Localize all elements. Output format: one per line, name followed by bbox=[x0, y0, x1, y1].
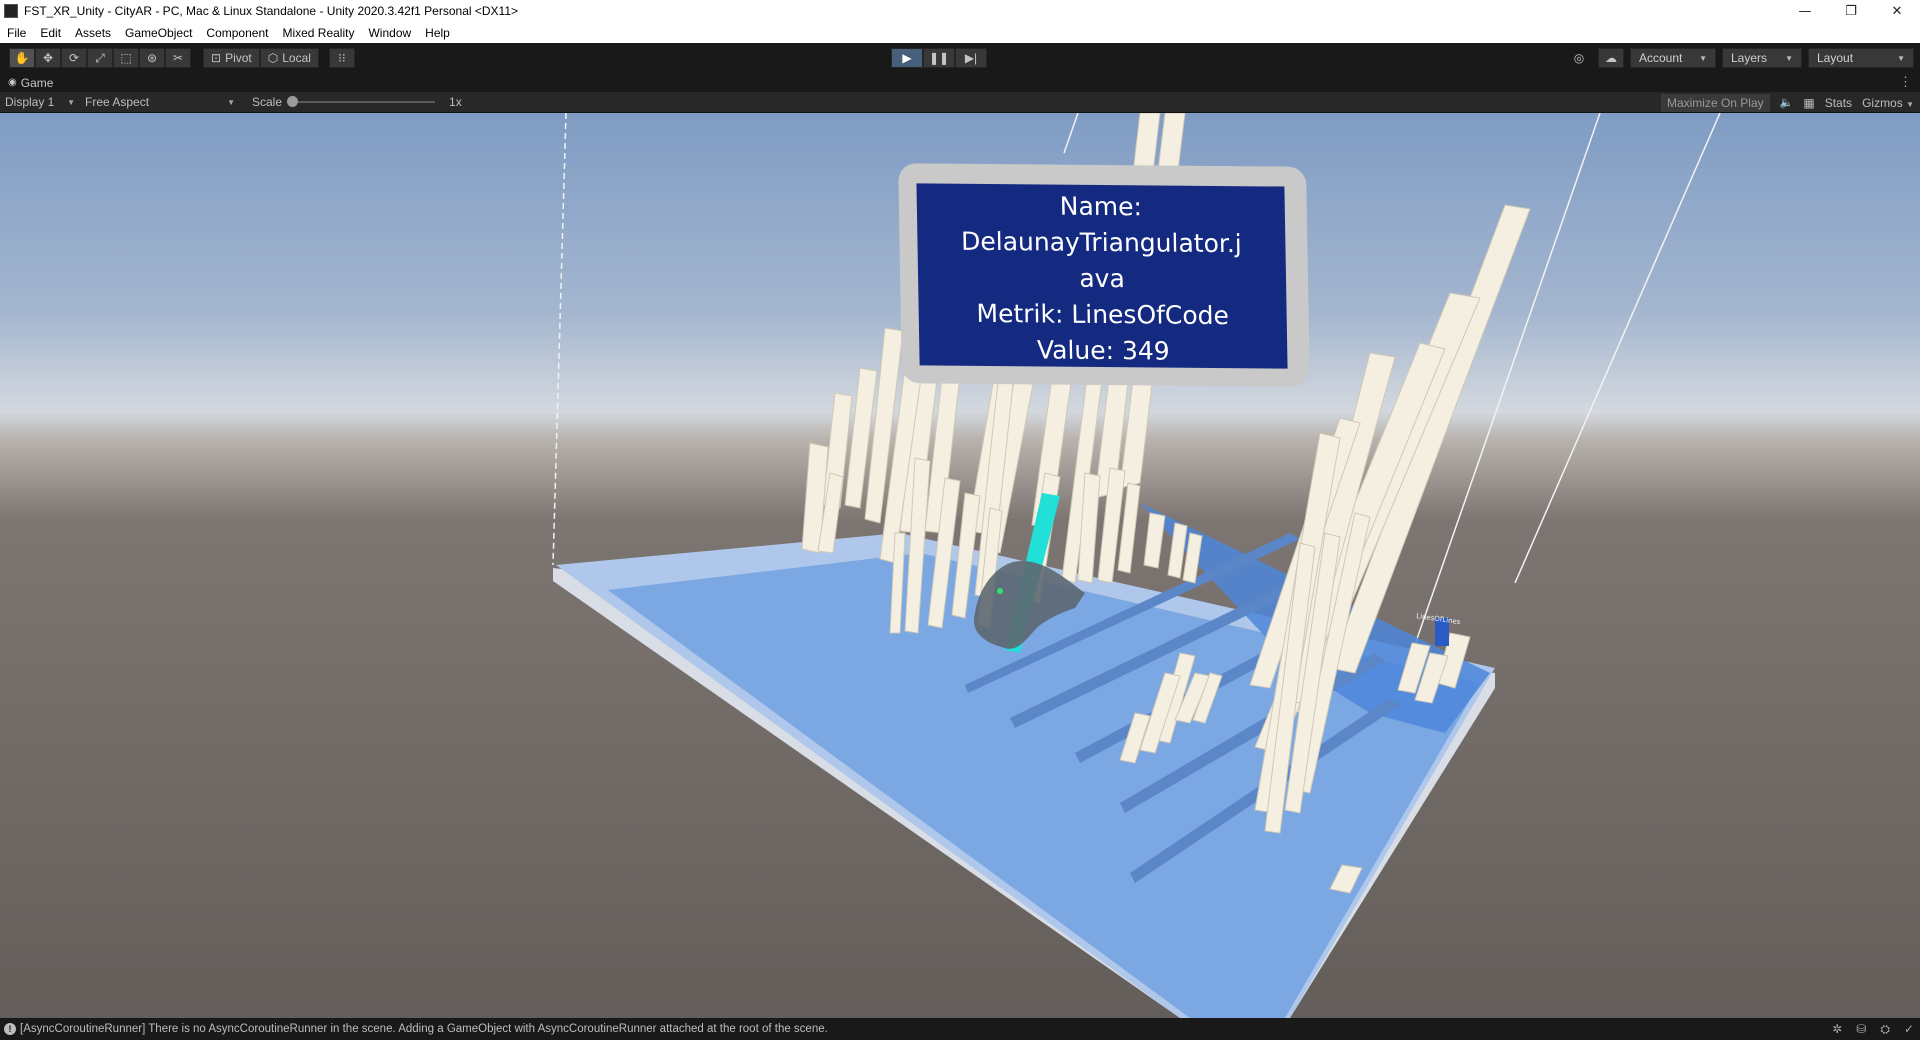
menu-help[interactable]: Help bbox=[418, 26, 457, 40]
layout-label: Layout bbox=[1817, 51, 1854, 65]
aspect-dropdown[interactable]: Free Aspect ▼ bbox=[80, 92, 240, 113]
scale-icon: ⤢ bbox=[95, 50, 105, 65]
tooltip-value: Value: 349 bbox=[1036, 335, 1170, 366]
more-options-icon[interactable]: ⋮ bbox=[1899, 74, 1912, 90]
play-icon: ▶ bbox=[902, 51, 912, 65]
info-icon: ! bbox=[4, 1023, 16, 1035]
pivot-icon: ⊡ bbox=[211, 51, 222, 65]
step-button[interactable]: ▶| bbox=[955, 48, 987, 68]
grid-snap-button[interactable]: ⁝⁝ bbox=[328, 48, 355, 68]
chevron-down-icon: ▼ bbox=[1906, 99, 1914, 109]
maximize-on-play-toggle[interactable]: Maximize On Play bbox=[1660, 93, 1770, 112]
console-message[interactable]: [AsyncCoroutineRunner] There is no Async… bbox=[20, 1023, 828, 1035]
minimize-button[interactable]: — bbox=[1782, 0, 1828, 22]
scale-slider[interactable] bbox=[287, 96, 436, 107]
chevron-down-icon: ▼ bbox=[67, 97, 75, 107]
tooltip-name-value: DelaunayTriangulator.j bbox=[960, 226, 1242, 259]
hand-pointer-dot bbox=[997, 588, 1003, 594]
menu-assets[interactable]: Assets bbox=[68, 26, 118, 40]
mute-audio-icon[interactable]: 🔈 bbox=[1780, 96, 1794, 109]
unity-app-icon bbox=[4, 4, 18, 18]
chevron-down-icon: ▼ bbox=[1897, 53, 1905, 63]
menu-bar: File Edit Assets GameObject Component Mi… bbox=[0, 22, 1920, 43]
progress-settings-icon[interactable]: ⛭ bbox=[1880, 1022, 1890, 1037]
account-label: Account bbox=[1639, 51, 1683, 65]
step-icon: ▶| bbox=[964, 51, 978, 65]
move-tool-button[interactable]: ✥ bbox=[35, 48, 61, 68]
restore-button[interactable]: ❐ bbox=[1828, 0, 1874, 22]
local-icon: ⬡ bbox=[267, 51, 279, 65]
tooltip-screen: Name: DelaunayTriangulator.j ava Metrik:… bbox=[916, 183, 1288, 369]
transform-tools: ✋ ✥ ⟳ ⤢ ⬚ ⊛ ✂ bbox=[9, 48, 191, 68]
close-button[interactable]: ✕ bbox=[1874, 0, 1920, 22]
playmode-controls: ▶ ❚❚ ▶| bbox=[891, 48, 987, 68]
layout-dropdown[interactable]: Layout ▼ bbox=[1808, 48, 1914, 68]
custom-tool-icon: ✂ bbox=[172, 51, 184, 65]
menu-window[interactable]: Window bbox=[361, 26, 418, 40]
menu-component[interactable]: Component bbox=[199, 26, 275, 40]
pause-button[interactable]: ❚❚ bbox=[923, 48, 955, 68]
display-label: Display 1 bbox=[5, 95, 55, 109]
grid-icon: ⁝⁝ bbox=[338, 51, 346, 65]
account-dropdown[interactable]: Account ▼ bbox=[1630, 48, 1716, 68]
menu-mixed-reality[interactable]: Mixed Reality bbox=[275, 26, 361, 40]
move-icon: ✥ bbox=[42, 51, 54, 65]
cloud-button[interactable]: ☁ bbox=[1598, 48, 1624, 68]
tooltip-name-value-cont: ava bbox=[1079, 263, 1126, 294]
services-icon: ◎ bbox=[1573, 51, 1585, 65]
layers-label: Layers bbox=[1731, 51, 1768, 65]
check-status-icon[interactable]: ✓ bbox=[1904, 1022, 1914, 1036]
rotate-icon: ⟳ bbox=[68, 51, 80, 65]
collab-button[interactable]: ◎ bbox=[1566, 48, 1592, 68]
status-bar: ! [AsyncCoroutineRunner] There is no Asy… bbox=[0, 1018, 1920, 1040]
chevron-down-icon: ▼ bbox=[227, 97, 235, 107]
display-dropdown[interactable]: Display 1 ▼ bbox=[0, 92, 80, 113]
chevron-down-icon: ▼ bbox=[1785, 53, 1793, 63]
hand-icon: ✋ bbox=[14, 51, 30, 65]
scale-value: 1x bbox=[449, 95, 462, 109]
custom-tool-button[interactable]: ✂ bbox=[165, 48, 191, 68]
game-view-controls: Display 1 ▼ Free Aspect ▼ Scale 1x Maxim… bbox=[0, 92, 1920, 113]
debug-bug-icon[interactable]: ✲ bbox=[1832, 1022, 1842, 1036]
aspect-label: Free Aspect bbox=[85, 95, 150, 109]
local-label: Local bbox=[282, 51, 311, 65]
stats-toggle[interactable]: Stats bbox=[1825, 96, 1852, 110]
gizmos-dropdown[interactable]: Gizmos ▼ bbox=[1862, 96, 1914, 110]
menu-file[interactable]: File bbox=[0, 26, 33, 40]
play-button[interactable]: ▶ bbox=[891, 48, 923, 68]
transform-icon: ⊛ bbox=[146, 51, 158, 65]
main-toolbar: ✋ ✥ ⟳ ⤢ ⬚ ⊛ ✂ ⊡ Pivot ⬡ Local ⁝⁝ ▶ ❚❚ ▶| ◎… bbox=[0, 43, 1920, 73]
scale-slider-thumb[interactable] bbox=[287, 96, 299, 107]
cache-server-icon[interactable]: ⛁ bbox=[1856, 1022, 1866, 1036]
cloud-icon: ☁ bbox=[1605, 51, 1617, 65]
scale-tool-button[interactable]: ⤢ bbox=[87, 48, 113, 68]
gizmos-label: Gizmos bbox=[1862, 95, 1903, 110]
layers-dropdown[interactable]: Layers ▼ bbox=[1722, 48, 1802, 68]
rect-icon: ⬚ bbox=[120, 51, 132, 65]
game-viewport[interactable]: LinesOfLines Name: DelaunayTriangulator.… bbox=[0, 113, 1920, 1018]
scale-label: Scale bbox=[252, 95, 283, 109]
chevron-down-icon: ▼ bbox=[1699, 53, 1707, 63]
info-tooltip-panel: Name: DelaunayTriangulator.j ava Metrik:… bbox=[898, 163, 1310, 387]
hand-tool-button[interactable]: ✋ bbox=[9, 48, 35, 68]
tab-game[interactable]: ◉ Game bbox=[0, 76, 53, 90]
menu-edit[interactable]: Edit bbox=[33, 26, 68, 40]
rect-tool-button[interactable]: ⬚ bbox=[113, 48, 139, 68]
game-tab-strip: ◉ Game ⋮ bbox=[0, 73, 1920, 92]
pivot-toggle[interactable]: ⊡ Pivot bbox=[203, 48, 260, 68]
tooltip-name-label: Name: bbox=[1059, 191, 1143, 222]
tooltip-metric: Metrik: LinesOfCode bbox=[976, 298, 1230, 331]
rotate-tool-button[interactable]: ⟳ bbox=[61, 48, 87, 68]
window-title: FST_XR_Unity - CityAR - PC, Mac & Linux … bbox=[24, 4, 519, 18]
transform-tool-button[interactable]: ⊛ bbox=[139, 48, 165, 68]
window-title-bar: FST_XR_Unity - CityAR - PC, Mac & Linux … bbox=[0, 0, 1920, 22]
local-toggle[interactable]: ⬡ Local bbox=[259, 48, 319, 68]
pivot-label: Pivot bbox=[225, 51, 252, 65]
gamepad-icon: ◉ bbox=[8, 77, 17, 88]
menu-gameobject[interactable]: GameObject bbox=[118, 26, 199, 40]
stats-icon[interactable]: ▦ bbox=[1803, 96, 1814, 110]
pause-icon: ❚❚ bbox=[928, 51, 950, 65]
tab-game-label: Game bbox=[20, 75, 54, 90]
